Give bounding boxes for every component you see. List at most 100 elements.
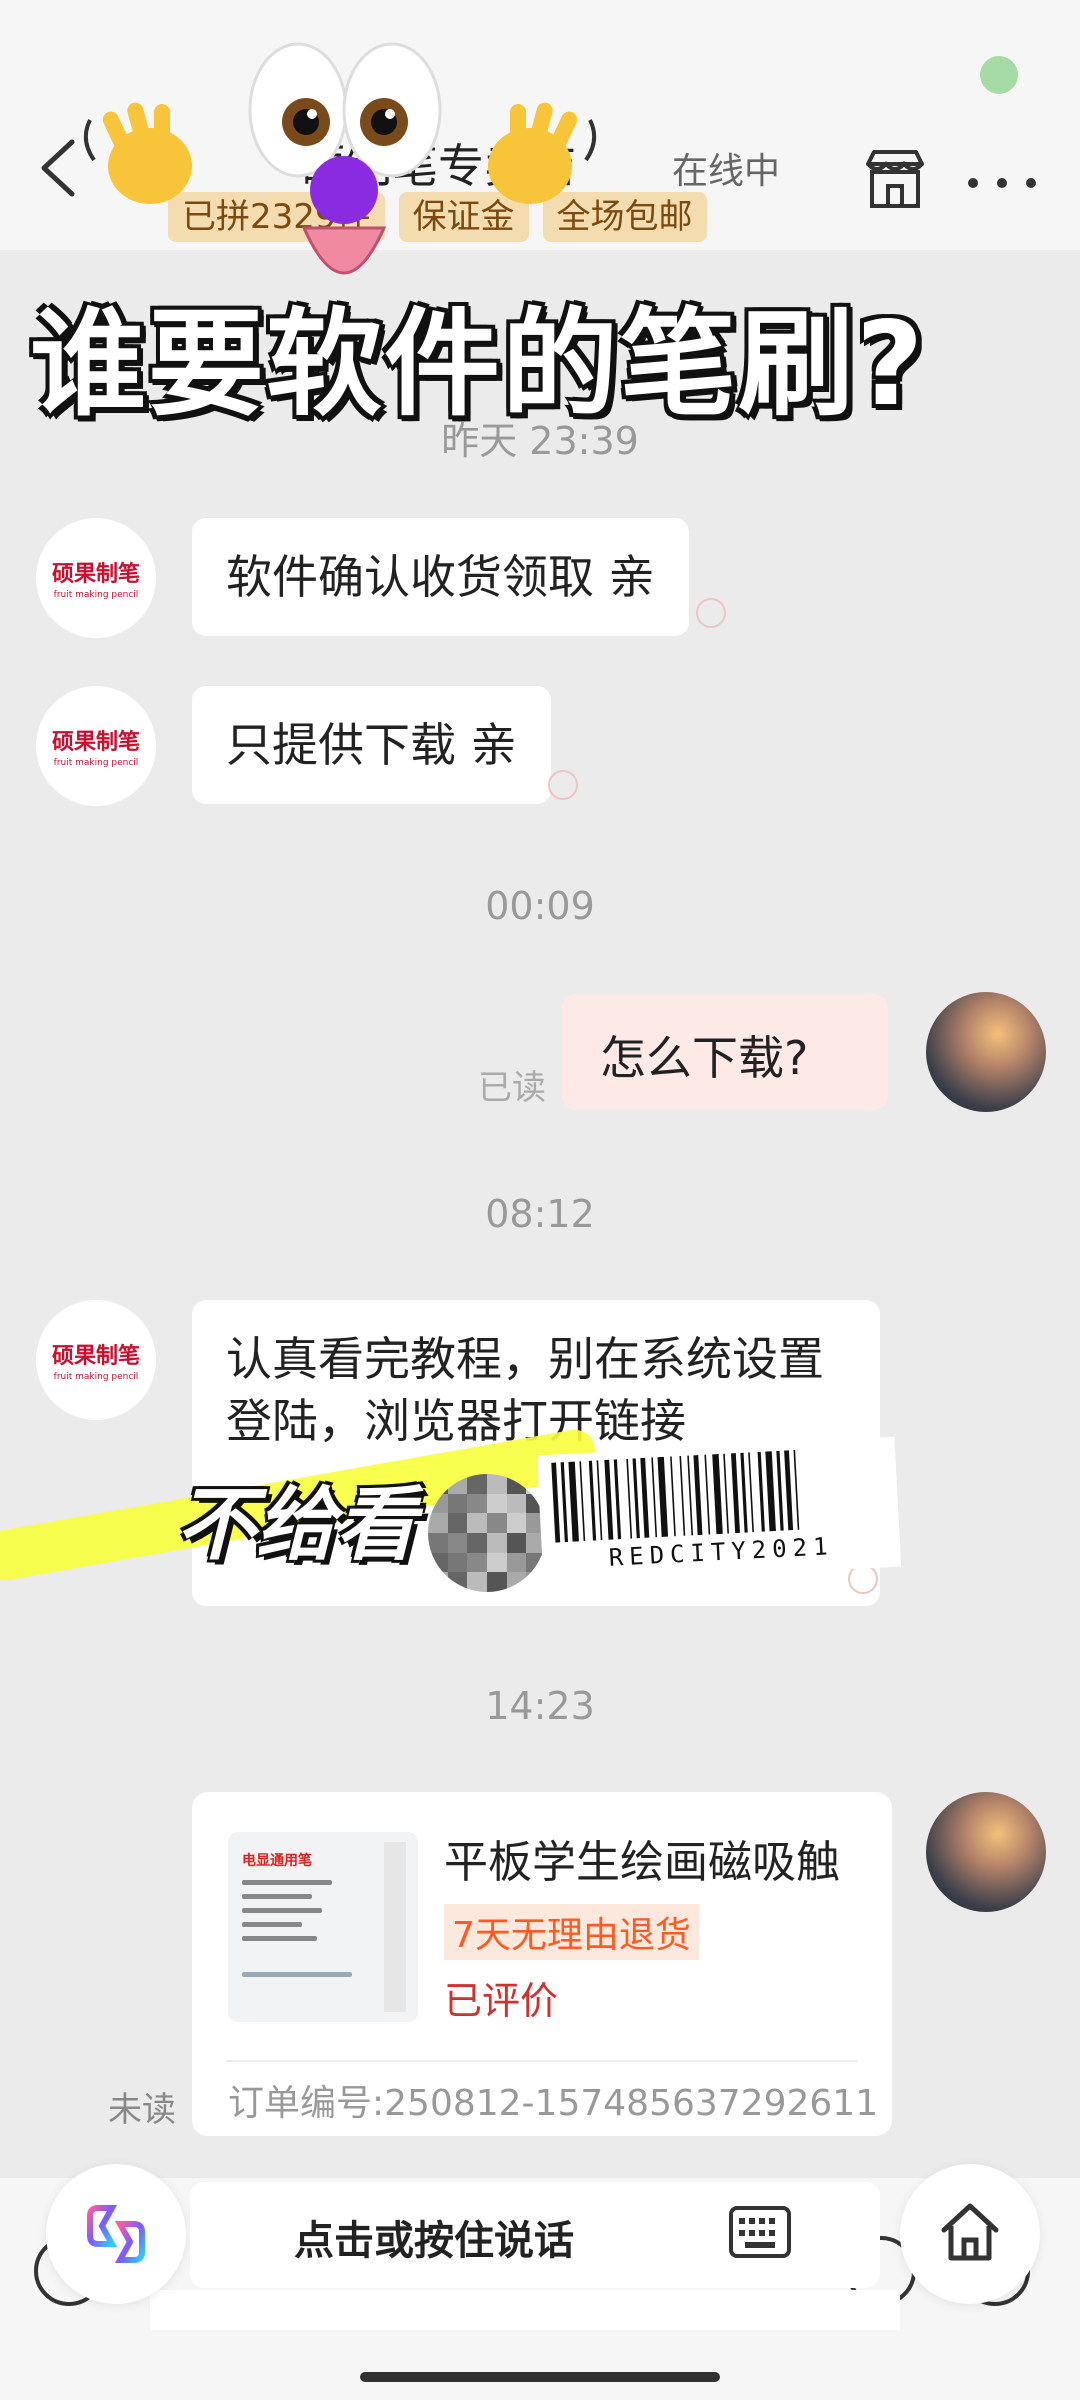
shop-logo-text: 硕果制笔 xyxy=(51,730,140,755)
product-image-title: 电显通用笔 xyxy=(242,1853,312,1869)
mosaic-cell xyxy=(467,1513,487,1533)
mosaic-cell xyxy=(506,1513,527,1533)
image-line xyxy=(242,1894,312,1899)
message-bubble-outgoing: 怎么下载? xyxy=(562,994,888,1110)
shop-avatar[interactable]: 硕果制笔 fruit making pencil xyxy=(36,518,156,638)
message-bubble-incoming: 软件确认收货领取 亲 xyxy=(192,518,689,636)
mosaic-cell xyxy=(447,1552,468,1573)
input-bar-pad xyxy=(150,2290,900,2330)
image-line xyxy=(242,1922,302,1927)
mosaic-cell xyxy=(428,1532,448,1553)
waving-hand-icon xyxy=(83,102,192,204)
silly-face-emoji-icon xyxy=(248,42,442,275)
barcode-bar xyxy=(588,1460,597,1541)
barcode-bar xyxy=(723,1453,729,1534)
shop-logo-subtext: fruit making pencil xyxy=(53,1372,139,1382)
barcode-bar xyxy=(784,1450,794,1531)
read-status: 已读 xyxy=(478,1068,546,1108)
home-button[interactable] xyxy=(900,2164,1040,2304)
order-product-card[interactable]: 电显通用笔 平板学生绘画磁吸触 7天无理由退货 已评价 订单编号:250812-… xyxy=(192,1792,892,2136)
image-line xyxy=(242,1972,352,1977)
home-icon xyxy=(941,2203,999,2261)
read-mark-icon xyxy=(548,770,578,800)
image-line xyxy=(242,1936,317,1941)
barcode-bar xyxy=(693,1455,703,1536)
barcode-bar xyxy=(670,1456,676,1537)
barcode-bar xyxy=(551,1462,561,1543)
voice-input-button[interactable]: 点击或按住说话 xyxy=(190,2182,880,2288)
image-line xyxy=(242,1880,332,1885)
barcode-bar xyxy=(560,1462,569,1543)
barcode-bar xyxy=(604,1459,614,1540)
mosaic-cell xyxy=(486,1552,507,1573)
barcode-bar xyxy=(793,1449,800,1530)
barcode-bar xyxy=(748,1452,754,1533)
shop-logo-text: 硕果制笔 xyxy=(51,1344,140,1369)
barcode-bar xyxy=(568,1461,579,1542)
mosaic-cell xyxy=(506,1552,527,1573)
status-dot xyxy=(980,56,1018,94)
timestamp: 00:09 xyxy=(485,884,595,928)
mosaic-blur xyxy=(428,1474,546,1592)
barcode-bar xyxy=(626,1458,633,1539)
barcode-bar xyxy=(730,1453,740,1534)
back-icon[interactable] xyxy=(36,138,80,198)
unread-status: 未读 xyxy=(108,2090,176,2130)
barcode-sticker: REDCITY2021 xyxy=(536,1436,902,1586)
order-number: 订单编号:250812-157485637292611 xyxy=(228,2083,879,2124)
barcode-bar xyxy=(765,1451,776,1532)
mosaic-cell xyxy=(467,1552,487,1573)
mosaic-cell xyxy=(467,1532,487,1553)
shop-avatar[interactable]: 硕果制笔 fruit making pencil xyxy=(36,686,156,806)
app-button[interactable] xyxy=(46,2164,186,2304)
mosaic-cell xyxy=(447,1513,468,1533)
barcode-bar xyxy=(687,1455,694,1536)
app-icon xyxy=(87,2205,145,2263)
timestamp: 14:23 xyxy=(485,1684,595,1728)
barcode-bar xyxy=(757,1451,765,1532)
barcode-bar xyxy=(651,1457,658,1538)
waving-hand-icon xyxy=(488,102,597,204)
shop-avatar[interactable]: 硕果制笔 fruit making pencil xyxy=(36,1300,156,1420)
mosaic-cell xyxy=(467,1474,487,1494)
timestamp: 08:12 xyxy=(485,1192,595,1236)
barcode-bar xyxy=(632,1458,640,1539)
image-line xyxy=(242,1908,322,1913)
mosaic-cell xyxy=(486,1513,507,1533)
mosaic-cell xyxy=(486,1572,507,1592)
mosaic-cell xyxy=(428,1513,448,1533)
product-image[interactable]: 电显通用笔 xyxy=(228,1832,418,2022)
message-bubble-incoming: 只提供下载 亲 xyxy=(192,686,551,804)
barcode-bar xyxy=(712,1453,723,1535)
user-avatar[interactable] xyxy=(926,992,1046,1112)
gesture-bar[interactable] xyxy=(360,2372,720,2382)
mosaic-cell xyxy=(506,1493,527,1514)
barcode-bar xyxy=(579,1461,586,1542)
return-policy-badge: 7天无理由退货 xyxy=(444,1904,699,1960)
keyboard-icon[interactable] xyxy=(728,2204,792,2262)
shop-logo-subtext: fruit making pencil xyxy=(53,758,139,768)
image-page-edge xyxy=(384,1842,406,2012)
product-title[interactable]: 平板学生绘画磁吸触 xyxy=(444,1826,840,1890)
mosaic-cell xyxy=(447,1493,468,1514)
online-status: 在线中 xyxy=(672,151,781,192)
user-avatar[interactable] xyxy=(926,1792,1046,1912)
review-status: 已评价 xyxy=(444,1979,559,2023)
barcode-icon xyxy=(551,1449,800,1543)
shop-logo-subtext: fruit making pencil xyxy=(53,590,139,600)
mosaic-cell xyxy=(486,1532,507,1553)
timestamp: 昨天 23:39 xyxy=(441,419,639,463)
barcode-bar xyxy=(740,1452,748,1533)
divider xyxy=(226,2060,858,2062)
store-icon[interactable] xyxy=(862,146,928,212)
barcode-bar xyxy=(596,1460,603,1541)
barcode-bar xyxy=(613,1459,622,1540)
more-icon[interactable] xyxy=(966,176,1038,190)
mosaic-cell xyxy=(467,1493,487,1514)
mosaic-cell xyxy=(506,1532,527,1553)
mosaic-cell xyxy=(486,1474,507,1494)
mosaic-cell xyxy=(447,1532,468,1553)
barcode-bar xyxy=(679,1455,686,1536)
mosaic-cell xyxy=(467,1572,487,1592)
voice-input-label: 点击或按住说话 xyxy=(294,2218,574,2264)
